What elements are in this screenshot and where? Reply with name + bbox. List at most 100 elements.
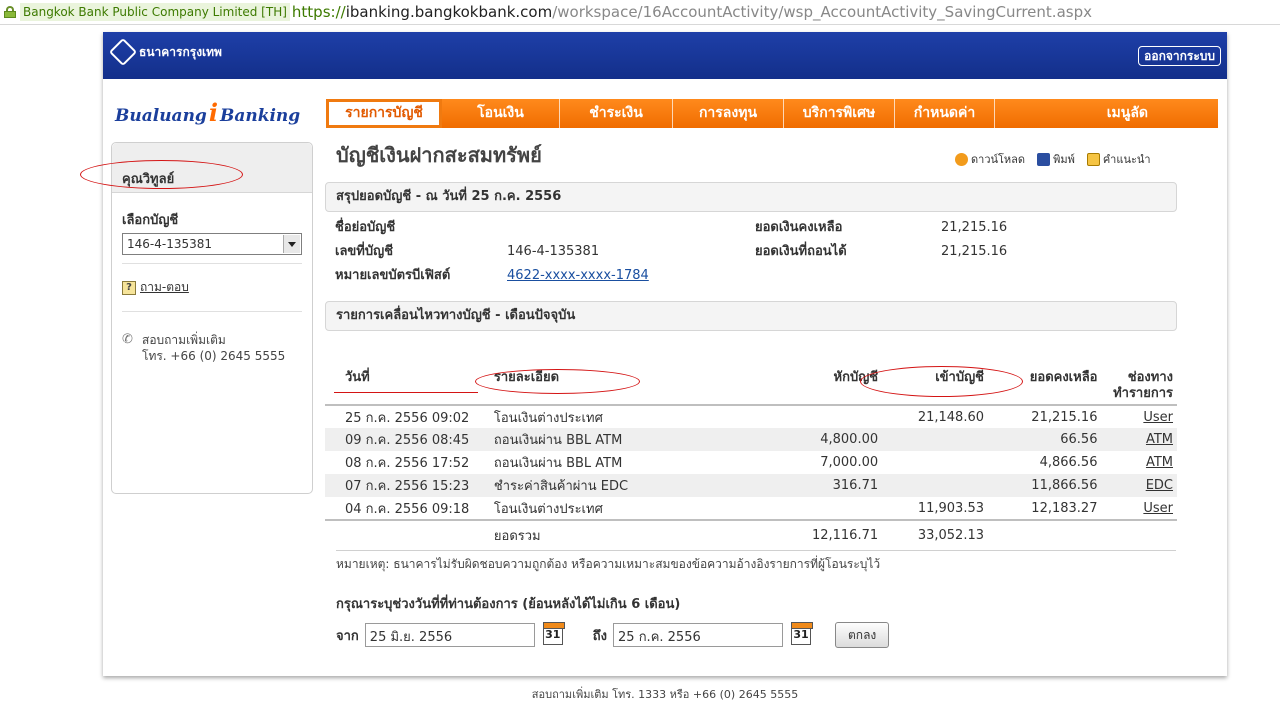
row-date: 08 ก.ค. 2556 17:52 bbox=[345, 456, 470, 471]
bank-name: ธนาคารกรุงเทพ bbox=[139, 44, 222, 59]
logout-button[interactable]: ออกจากระบบ bbox=[1138, 46, 1221, 66]
print-icon bbox=[1037, 152, 1051, 166]
col-channel-line2: ทำรายการ bbox=[1113, 386, 1173, 401]
date-range-form: จาก 25 มิ.ย. 2556 31 ถึง 25 ก.ค. 2556 31… bbox=[336, 622, 890, 648]
row-withdrawal: 316.71 bbox=[736, 474, 883, 497]
row-channel-link[interactable]: EDC bbox=[1146, 478, 1173, 493]
account-number-value: 146-4-135381 bbox=[507, 244, 600, 259]
total-deposit: 33,052.13 bbox=[882, 519, 988, 550]
disclaimer-note: หมายเหตุ: ธนาคารไม่รับผิดชอบความถูกต้อง … bbox=[336, 550, 1176, 574]
top-header: ธนาคารกรุงเทพ ออกจากระบบ bbox=[103, 32, 1227, 79]
submit-button[interactable]: ตกลง bbox=[835, 622, 890, 648]
row-withdrawal bbox=[737, 405, 882, 428]
faq-link[interactable]: ถาม-ตอบ bbox=[140, 278, 189, 297]
row-channel-link[interactable]: ATM bbox=[1146, 432, 1173, 447]
menu-item-settings[interactable]: กำหนดค่า bbox=[895, 99, 995, 128]
url-path: /workspace/16AccountActivity/wsp_Account… bbox=[552, 3, 1092, 21]
page-frame: ธนาคารกรุงเทพ ออกจากระบบ Bualuang i Bank… bbox=[103, 32, 1227, 676]
transactions-table: วันที่ รายละเอียด หักบัญชี เข้าบัญชี ยอด… bbox=[325, 370, 1177, 550]
to-label: ถึง bbox=[592, 628, 608, 644]
row-deposit bbox=[882, 451, 988, 474]
annotation-ellipse-customer bbox=[80, 160, 243, 189]
menu-item-investment[interactable]: การลงทุน bbox=[673, 99, 784, 128]
page-tools: ดาวน์โหลด พิมพ์ คำแนะนำ bbox=[955, 150, 1151, 168]
card-number-link[interactable]: 4622-xxxx-xxxx-1784 bbox=[507, 268, 649, 283]
row-balance: 66.56 bbox=[988, 428, 1102, 451]
table-row: 08 ก.ค. 2556 17:52 ถอนเงินผ่าน BBL ATM 7… bbox=[325, 451, 1177, 474]
calendar-icon[interactable]: 31 bbox=[791, 622, 814, 645]
row-channel-link[interactable]: ATM bbox=[1146, 455, 1173, 470]
dropdown-arrow-icon[interactable] bbox=[283, 235, 300, 253]
row-date: 07 ก.ค. 2556 15:23 bbox=[325, 474, 490, 497]
help-label: คำแนะนำ bbox=[1102, 153, 1151, 166]
row-balance: 21,215.16 bbox=[1031, 409, 1098, 425]
menu-item-accounts[interactable]: รายการบัญชี bbox=[326, 99, 442, 128]
row-date: 09 ก.ค. 2556 08:45 bbox=[325, 428, 490, 451]
from-date-input[interactable]: 25 มิ.ย. 2556 bbox=[364, 623, 535, 647]
row-deposit bbox=[882, 428, 988, 451]
table-row: 09 ก.ค. 2556 08:45 ถอนเงินผ่าน BBL ATM 4… bbox=[325, 428, 1177, 451]
col-withdrawal: หักบัญชี bbox=[736, 370, 883, 406]
help-link[interactable]: คำแนะนำ bbox=[1086, 150, 1151, 168]
annotation-ellipse-description bbox=[475, 369, 640, 394]
download-icon bbox=[955, 152, 968, 166]
row-balance: 11,866.56 bbox=[988, 474, 1102, 497]
table-row: 04 ก.ค. 2556 09:18 โอนเงินต่างประเทศ 11,… bbox=[325, 497, 1177, 520]
balance-value: 21,215.16 bbox=[941, 220, 1008, 235]
address-bar[interactable]: Bangkok Bank Public Company Limited [TH]… bbox=[0, 0, 1280, 24]
lock-icon bbox=[4, 6, 16, 18]
brand-left: Bualuang bbox=[115, 106, 207, 126]
phone-icon: ✆ bbox=[122, 332, 133, 347]
account-select-value: 146-4-135381 bbox=[127, 237, 213, 251]
table-row: 25 ก.ค. 2556 09:02 โอนเงินต่างประเทศ 21,… bbox=[325, 405, 1177, 428]
download-label: ดาวน์โหลด bbox=[971, 153, 1026, 166]
nickname-label: ชื่อย่อบัญชี bbox=[335, 220, 396, 235]
row-balance: 12,183.27 bbox=[1031, 500, 1098, 516]
sidebar-divider bbox=[122, 263, 302, 264]
site-identity[interactable]: Bangkok Bank Public Company Limited [TH] bbox=[20, 3, 290, 21]
help-icon bbox=[1086, 152, 1100, 166]
row-description: ชำระค่าสินค้าผ่าน EDC bbox=[489, 474, 737, 497]
bank-emblem-icon bbox=[108, 37, 138, 67]
address-bar-divider bbox=[0, 24, 1280, 25]
summary-heading: สรุปยอดบัญชี - ณ วันที่ 25 ก.ค. 2556 bbox=[325, 182, 1177, 212]
page-title: บัญชีเงินฝากสะสมทรัพย์ bbox=[336, 143, 542, 167]
brand-i-mark-icon: i bbox=[208, 98, 218, 127]
total-withdrawal: 12,116.71 bbox=[736, 519, 883, 550]
menu-item-transfer[interactable]: โอนเงิน bbox=[442, 99, 560, 128]
available-balance-label: ยอดเงินที่ถอนได้ bbox=[755, 244, 847, 259]
url-scheme: https:// bbox=[291, 3, 346, 21]
print-label: พิมพ์ bbox=[1053, 153, 1075, 166]
footer-contact: สอบถามเพิ่มเติม โทร. 1333 หรือ +66 (0) 2… bbox=[531, 688, 799, 701]
card-number-label: หมายเลขบัตรบีเฟิสต์ bbox=[335, 268, 451, 283]
col-date: วันที่ bbox=[325, 370, 490, 406]
row-deposit: 21,148.60 bbox=[917, 409, 984, 425]
account-select[interactable]: 146-4-135381 bbox=[122, 233, 302, 255]
calendar-icon[interactable]: 31 bbox=[542, 622, 565, 645]
from-label: จาก bbox=[336, 628, 359, 644]
bualuang-ibanking-logo[interactable]: Bualuang i Banking bbox=[115, 98, 300, 127]
sidebar: คุณวิทูลย์ เลือกบัญชี 146-4-135381 ? ถาม… bbox=[111, 142, 313, 494]
menu-item-special-services[interactable]: บริการพิเศษ bbox=[784, 99, 895, 128]
row-channel-link[interactable]: User bbox=[1143, 501, 1173, 516]
print-link[interactable]: พิมพ์ bbox=[1037, 150, 1075, 168]
contact-line-2: โทร. +66 (0) 2645 5555 bbox=[142, 349, 286, 363]
account-summary: ชื่อย่อบัญชี ยอดเงินคงเหลือ 21,215.16 เล… bbox=[335, 216, 1175, 288]
to-date-input[interactable]: 25 ก.ค. 2556 bbox=[613, 623, 784, 647]
available-balance-value: 21,215.16 bbox=[941, 244, 1008, 259]
row-deposit: 11,903.53 bbox=[917, 500, 984, 516]
menu-item-shortcuts[interactable]: เมนูลัด bbox=[995, 99, 1218, 128]
faq-link-row[interactable]: ? ถาม-ตอบ bbox=[122, 278, 312, 297]
main-menu: รายการบัญชี โอนเงิน ชำระเงิน การลงทุน บร… bbox=[326, 99, 1218, 128]
download-link[interactable]: ดาวน์โหลด bbox=[955, 150, 1025, 168]
col-channel: ช่องทาง ทำรายการ bbox=[1101, 370, 1177, 406]
date-range-prompt: กรุณาระบุช่วงวันที่ที่ท่านต้องการ (ย้อนห… bbox=[336, 597, 681, 612]
annotation-ellipse-deposit bbox=[860, 366, 1023, 397]
sidebar-divider bbox=[122, 311, 302, 312]
row-withdrawal bbox=[737, 497, 882, 520]
menu-item-payment[interactable]: ชำระเงิน bbox=[560, 99, 673, 128]
bank-logo[interactable]: ธนาคารกรุงเทพ bbox=[108, 37, 222, 67]
row-channel-link[interactable]: User bbox=[1143, 410, 1173, 425]
activity-heading: รายการเคลื่อนไหวทางบัญชี - เดือนปัจจุบัน bbox=[325, 301, 1177, 331]
url-text[interactable]: https://ibanking.bangkokbank.com/workspa… bbox=[292, 3, 1092, 21]
